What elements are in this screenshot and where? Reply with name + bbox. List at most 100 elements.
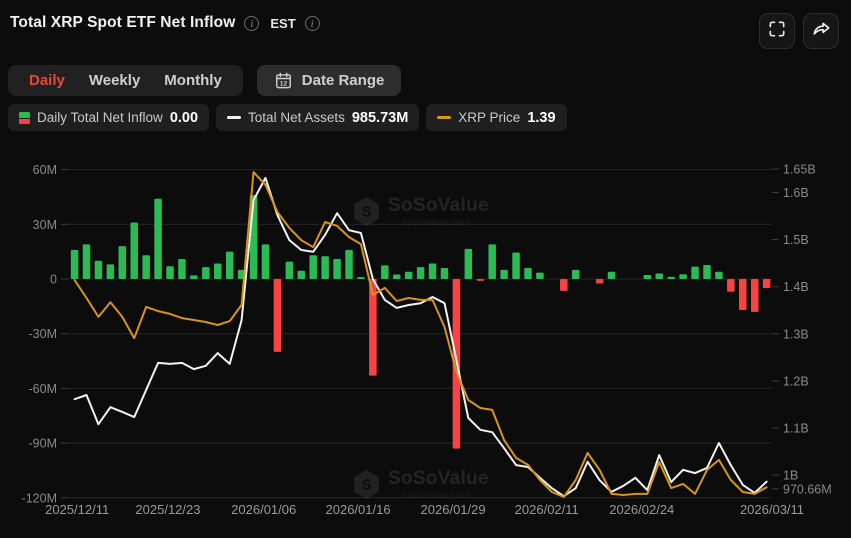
net-inflow-bar (536, 272, 544, 279)
right-axis-label: 1.2B (783, 374, 809, 388)
net-inflow-bar (202, 267, 210, 279)
net-inflow-bar (333, 258, 341, 279)
net-inflow-bar (750, 279, 759, 312)
interval-tabs: Daily Weekly Monthly (8, 65, 243, 96)
net-inflow-bar (500, 269, 508, 279)
net-inflow-bar (679, 274, 687, 279)
net-inflow-bar (225, 251, 234, 279)
net-inflow-bar (178, 258, 186, 279)
net-inflow-bar (643, 274, 652, 279)
net-inflow-bar (118, 246, 127, 279)
svg-text:12: 12 (280, 81, 288, 88)
right-axis-label: 1B (783, 469, 798, 483)
right-axis-label: 1.65B (783, 162, 816, 176)
net-inflow-bar (691, 266, 699, 279)
header-buttons (759, 13, 839, 49)
right-axis-label: 970.66M (783, 482, 832, 496)
net-inflow-bar (727, 279, 735, 292)
tab-weekly[interactable]: Weekly (77, 72, 152, 89)
net-inflow-bar (106, 264, 115, 279)
right-axis-label: 1.3B (783, 327, 809, 341)
xrp-price-line-icon (437, 115, 452, 120)
net-inflow-bar (154, 198, 162, 279)
legend-label: XRP Price (458, 110, 521, 125)
legend-label: Total Net Assets (248, 110, 345, 125)
left-axis-label: -90M (29, 437, 57, 451)
x-axis-label: 2026/02/24 (609, 502, 674, 517)
net-inflow-bar (142, 255, 150, 279)
tab-daily[interactable]: Daily (17, 72, 77, 89)
est-label: EST (270, 15, 296, 31)
fullscreen-icon (767, 19, 787, 44)
page-title: Total XRP Spot ETF Net Inflow (10, 14, 236, 31)
chart-header: Total XRP Spot ETF Net Inflow i EST i (10, 14, 320, 32)
net-inflow-bar (428, 263, 437, 279)
net-inflow-bar (440, 268, 449, 279)
net-inflow-bar (166, 266, 174, 279)
legend-item-net-assets[interactable]: Total Net Assets 985.73M (216, 104, 420, 131)
net-inflow-bar (70, 249, 79, 279)
date-range-label: Date Range (301, 72, 385, 89)
net-assets-line-icon (227, 115, 242, 120)
legend-item-net-inflow[interactable]: Daily Total Net Inflow 0.00 (8, 104, 210, 131)
net-inflow-bar (213, 263, 222, 279)
legend-item-xrp-price[interactable]: XRP Price 1.39 (426, 104, 567, 131)
x-axis-label: 2025/12/23 (135, 502, 200, 517)
net-inflow-bar (739, 279, 747, 310)
calendar-icon: 12 (274, 71, 293, 90)
net-inflow-bar (762, 279, 771, 289)
net-inflow-bar (82, 244, 91, 279)
net-inflow-bar (285, 261, 294, 279)
net-inflow-bar (309, 255, 317, 279)
net-inflow-bar (715, 271, 723, 279)
x-axis-label: 2025/12/11 (45, 502, 109, 517)
net-inflow-bar (607, 271, 616, 279)
share-button[interactable] (803, 13, 839, 49)
toolbar: Daily Weekly Monthly 12 Date Range (8, 65, 402, 96)
net-inflow-bar (655, 273, 663, 279)
net-inflow-bar (345, 249, 353, 279)
xrp-price-line (73, 171, 768, 498)
net-inflow-bar (476, 279, 485, 281)
net-inflow-bar (667, 276, 675, 279)
left-axis-label: -30M (29, 327, 57, 341)
right-axis-label: 1.4B (783, 280, 809, 294)
net-inflow-bar (190, 275, 198, 279)
fullscreen-button[interactable] (759, 13, 795, 49)
net-inflow-bar (404, 271, 413, 279)
net-inflow-bar (595, 279, 604, 284)
share-icon (811, 18, 832, 44)
net-inflow-bar (130, 222, 138, 279)
net-inflow-bar (357, 277, 365, 279)
net-inflow-bar (297, 270, 306, 279)
net-inflow-bar (392, 274, 401, 279)
total-net-assets-line (73, 176, 768, 498)
legend-value: 0.00 (169, 109, 199, 126)
net-inflow-bar (261, 244, 270, 279)
tab-monthly[interactable]: Monthly (152, 72, 234, 89)
chart-canvas[interactable]: 60M 30M 0 -30M -60M -90M -120M 1.65B 1.6B 1.5B 1.4… (0, 140, 851, 533)
left-axis-label: 0 (50, 273, 57, 287)
x-axis-label: 2026/01/29 (421, 502, 486, 517)
net-inflow-bar (560, 279, 568, 291)
net-inflow-bar (571, 269, 580, 279)
date-range-button[interactable]: 12 Date Range (256, 65, 402, 96)
net-inflow-bar (273, 279, 282, 352)
net-inflow-bar (321, 256, 329, 279)
net-inflow-bar (416, 267, 425, 279)
net-inflow-bar (512, 252, 520, 279)
title-info-icon[interactable]: i (244, 15, 260, 31)
est-info-icon[interactable]: i (304, 15, 320, 31)
legend-value: 1.39 (527, 109, 556, 126)
left-axis-label: 30M (33, 218, 57, 232)
right-axis-label: 1.5B (783, 233, 809, 247)
chart-legend: Daily Total Net Inflow 0.00 Total Net As… (8, 104, 567, 131)
right-axis-label: 1.1B (783, 421, 809, 435)
right-axis-label: 1.6B (783, 186, 809, 200)
left-axis-label: -60M (29, 382, 57, 396)
net-inflow-bar (381, 265, 389, 279)
net-inflow-bar (488, 244, 496, 279)
left-axis-label: 60M (33, 163, 57, 177)
net-inflow-bar (524, 268, 532, 279)
net-inflow-bar (703, 264, 711, 279)
